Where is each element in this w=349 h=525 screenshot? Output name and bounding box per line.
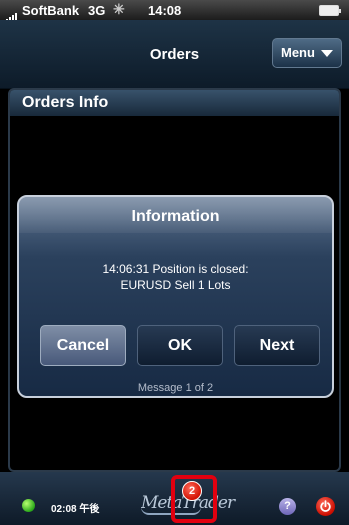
dialog-message-line-1: 14:06:31 Position is closed:	[102, 262, 249, 276]
message-counter: Message 1 of 2	[137, 382, 214, 394]
menu-button[interactable]: Menu	[272, 38, 342, 68]
dialog-message-line-2: EURUSD Sell 1 Lots	[120, 278, 231, 292]
status-bar: SoftBank 3G ✳ 14:08	[0, 0, 349, 22]
menu-button-label: Menu	[281, 45, 315, 60]
activity-icon: ✳	[113, 1, 125, 17]
nav-bar: Orders Menu	[0, 20, 349, 89]
connection-status-icon	[22, 499, 35, 512]
power-icon[interactable]	[316, 497, 335, 516]
information-dialog: Information 14:06:31 Position is closed:…	[17, 195, 334, 398]
notification-badge[interactable]: 2	[182, 481, 202, 501]
status-time: 14:08	[148, 3, 182, 18]
dialog-title: Information	[131, 208, 220, 225]
carrier-name: SoftBank	[22, 3, 80, 18]
chevron-down-icon	[321, 50, 333, 57]
server-time: 02:08 午後	[51, 504, 100, 515]
ok-button[interactable]: OK	[137, 325, 223, 366]
signal-strength-icon	[6, 7, 18, 22]
panel-title: Orders Info	[10, 90, 339, 116]
cancel-button[interactable]: Cancel	[40, 325, 126, 366]
next-button[interactable]: Next	[234, 325, 320, 366]
help-icon[interactable]: ?	[279, 498, 296, 515]
battery-icon	[319, 5, 341, 16]
network-type: 3G	[88, 3, 106, 18]
